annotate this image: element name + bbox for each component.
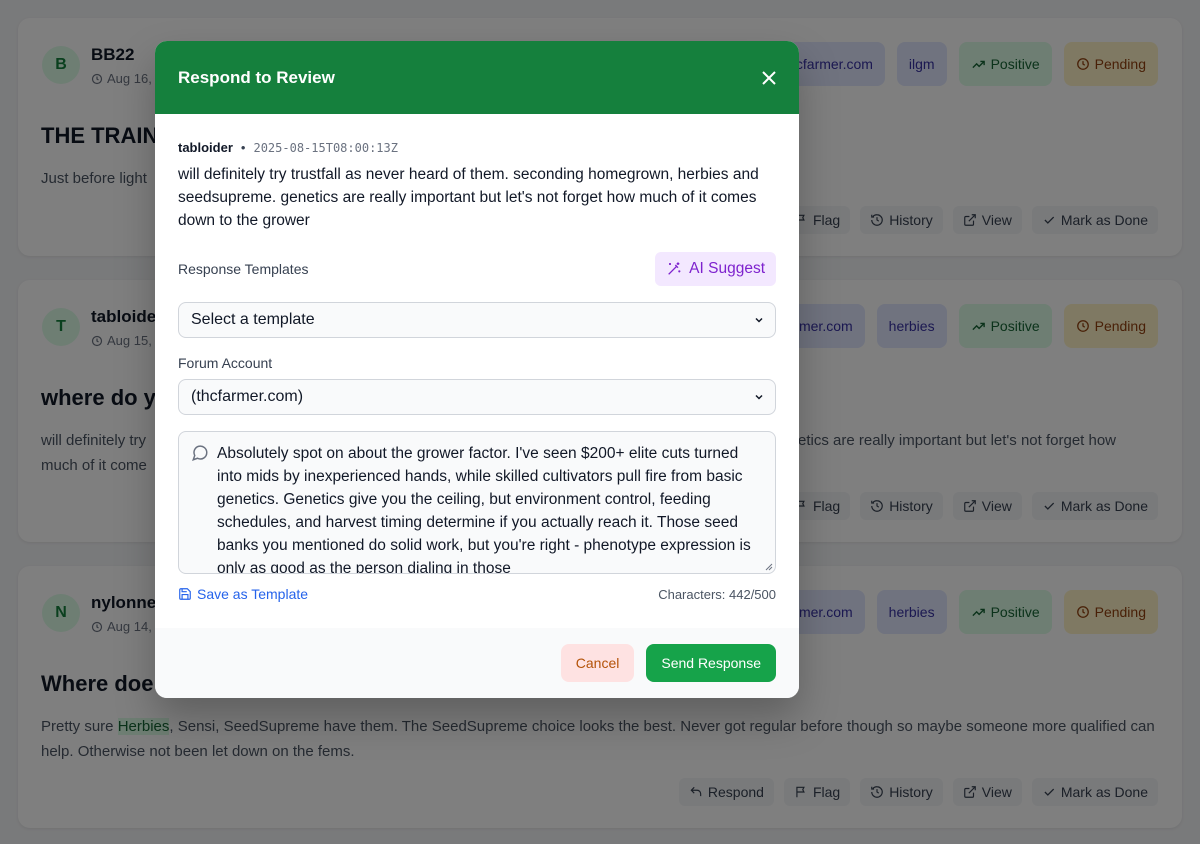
template-select[interactable]: Select a template [178,302,776,338]
response-text: Absolutely spot on about the grower fact… [217,445,751,574]
modal-footer: Cancel Send Response [155,628,799,698]
cancel-button[interactable]: Cancel [560,644,635,682]
chevron-down-icon [755,317,763,323]
review-timestamp: 2025-08-15T08:00:13Z [253,140,398,155]
modal-title: Respond to Review [178,67,335,87]
character-count: Characters: 442/500 [658,586,776,602]
save-icon [179,588,191,600]
close-button[interactable] [762,67,776,89]
modal-body: tabloider • 2025-08-15T08:00:13Z will de… [155,140,799,602]
meta-separator: • [240,140,246,155]
review-username: tabloider [178,140,233,155]
templates-row: Response Templates AI Suggest [178,252,776,286]
review-meta: tabloider • 2025-08-15T08:00:13Z [178,140,776,155]
templates-label: Response Templates [178,261,309,277]
modal-header: Respond to Review [155,41,799,114]
magic-wand-icon [668,262,681,275]
response-textarea[interactable]: Absolutely spot on about the grower fact… [178,431,776,574]
save-as-template-link[interactable]: Save as Template [178,586,308,602]
forum-account-label: Forum Account [178,355,273,371]
respond-modal: Respond to Review tabloider • 2025-08-15… [155,41,799,698]
send-response-button[interactable]: Send Response [646,644,776,682]
resize-grip-icon[interactable] [763,561,773,571]
close-icon [762,70,776,85]
original-review-text: will definitely try trustfall as never h… [178,166,759,229]
forum-account-select[interactable]: (thcfarmer.com) [178,379,776,415]
chevron-down-icon [755,394,763,400]
ai-suggest-button[interactable]: AI Suggest [655,252,776,286]
message-circle-icon [192,445,208,461]
textarea-footer: Save as Template Characters: 442/500 [178,586,776,602]
